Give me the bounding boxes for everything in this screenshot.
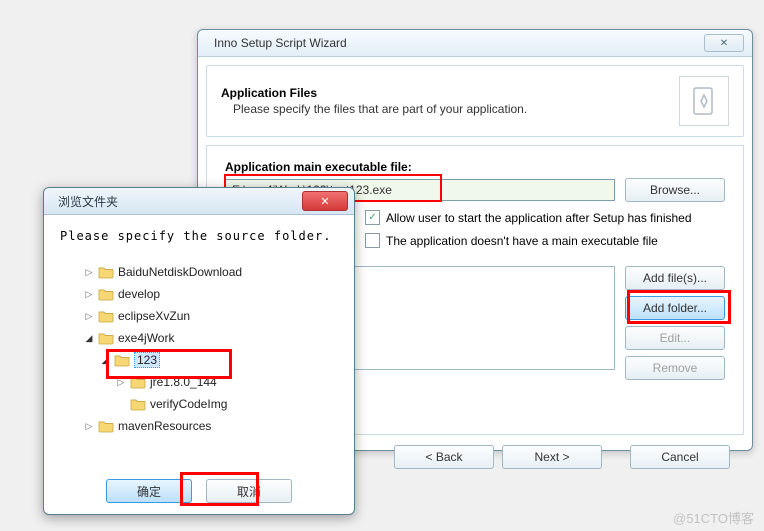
- browse-cancel-button[interactable]: 取消: [206, 479, 292, 503]
- close-icon: ✕: [720, 38, 728, 49]
- tree-item-label: 123: [134, 352, 160, 368]
- browse-folder-dialog: 浏览文件夹 ✕ Please specify the source folder…: [43, 187, 355, 515]
- tree-item-label: mavenResources: [118, 419, 211, 433]
- tree-item-label: develop: [118, 287, 160, 301]
- folder-icon: [130, 397, 146, 411]
- tree-item-label: exe4jWork: [118, 331, 174, 345]
- folder-icon: [98, 331, 114, 345]
- wizard-close-button[interactable]: ✕: [704, 34, 744, 52]
- add-files-button[interactable]: Add file(s)...: [625, 266, 725, 290]
- tree-item-label: verifyCodeImg: [150, 397, 227, 411]
- folder-icon: [98, 265, 114, 279]
- tree-item[interactable]: ◢ exe4jWork: [60, 327, 338, 349]
- tree-item[interactable]: ▷ mavenResources: [60, 415, 338, 437]
- wizard-header-text: Application Files Please specify the fil…: [221, 86, 669, 116]
- arrow-closed-icon[interactable]: ▷: [84, 421, 94, 431]
- arrow-closed-icon[interactable]: ▷: [84, 289, 94, 299]
- next-button[interactable]: Next >: [502, 445, 602, 469]
- wizard-header-title: Application Files: [221, 86, 669, 100]
- folder-icon: [98, 309, 114, 323]
- checkbox-start-after-label: Allow user to start the application afte…: [386, 211, 692, 225]
- add-folder-button[interactable]: Add folder...: [625, 296, 725, 320]
- checkbox-no-exe-label: The application doesn't have a main exec…: [386, 234, 658, 248]
- cancel-button[interactable]: Cancel: [630, 445, 730, 469]
- browse-title: 浏览文件夹: [44, 193, 302, 210]
- browse-titlebar[interactable]: 浏览文件夹 ✕: [44, 188, 354, 215]
- tree-item-label: eclipseXvZun: [118, 309, 190, 323]
- folder-tree[interactable]: ▷ BaiduNetdiskDownload ▷ develop ▷ eclipseXvZ…: [60, 257, 338, 461]
- browse-footer: 确定 取消: [44, 471, 354, 515]
- folder-icon: [114, 353, 130, 367]
- tree-item-label: BaiduNetdiskDownload: [118, 265, 242, 279]
- folder-icon: [98, 419, 114, 433]
- arrow-none-icon: [116, 399, 126, 409]
- wizard-title: Inno Setup Script Wizard: [206, 36, 704, 50]
- arrow-open-icon[interactable]: ◢: [100, 355, 110, 365]
- arrow-closed-icon[interactable]: ▷: [84, 267, 94, 277]
- tree-item[interactable]: ◢ 123: [60, 349, 338, 371]
- checkbox-no-exe[interactable]: [365, 233, 380, 248]
- remove-button[interactable]: Remove: [625, 356, 725, 380]
- wizard-header: Application Files Please specify the fil…: [206, 65, 744, 137]
- ok-button[interactable]: 确定: [106, 479, 192, 503]
- tree-item[interactable]: ▷ BaiduNetdiskDownload: [60, 261, 338, 283]
- wizard-header-subtitle: Please specify the files that are part o…: [221, 102, 669, 116]
- arrow-open-icon[interactable]: ◢: [84, 333, 94, 343]
- tree-item[interactable]: ▷ develop: [60, 283, 338, 305]
- close-icon: ✕: [320, 195, 329, 208]
- browse-button[interactable]: Browse...: [625, 178, 725, 202]
- tree-item[interactable]: ▷ jre1.8.0_144: [60, 371, 338, 393]
- edit-button[interactable]: Edit...: [625, 326, 725, 350]
- exe-label: Application main executable file:: [225, 160, 725, 174]
- tree-item[interactable]: verifyCodeImg: [60, 393, 338, 415]
- watermark: @51CTO博客: [673, 508, 754, 527]
- arrow-closed-icon[interactable]: ▷: [116, 377, 126, 387]
- checkbox-start-after[interactable]: ✓: [365, 210, 380, 225]
- tree-item-label: jre1.8.0_144: [150, 375, 217, 389]
- browse-prompt: Please specify the source folder.: [60, 229, 338, 243]
- wizard-titlebar[interactable]: Inno Setup Script Wizard ✕: [198, 30, 752, 57]
- browse-body: Please specify the source folder. ▷ Baidu…: [44, 215, 354, 471]
- back-button[interactable]: < Back: [394, 445, 494, 469]
- page-icon: [679, 76, 729, 126]
- browse-close-button[interactable]: ✕: [302, 191, 348, 211]
- tree-item[interactable]: ▷ eclipseXvZun: [60, 305, 338, 327]
- folder-icon: [130, 375, 146, 389]
- folder-icon: [98, 287, 114, 301]
- arrow-closed-icon[interactable]: ▷: [84, 311, 94, 321]
